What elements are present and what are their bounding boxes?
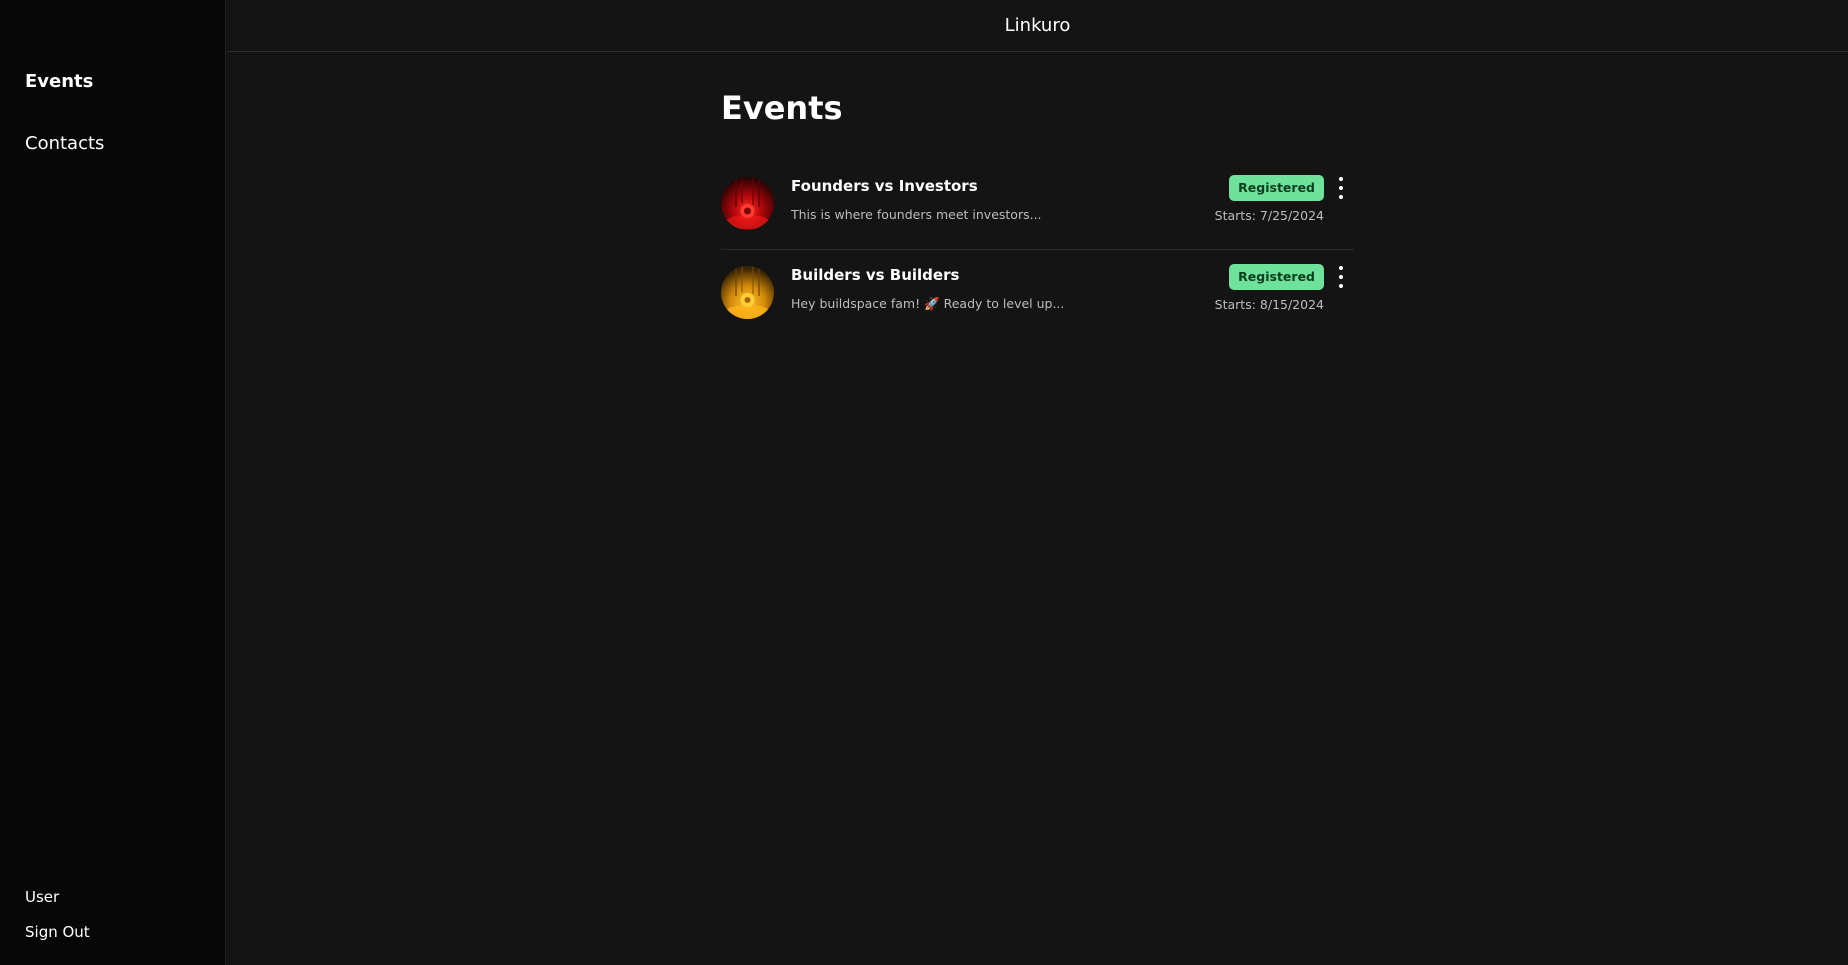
event-title[interactable]: Builders vs Builders <box>791 266 959 284</box>
event-thumbnail-image <box>721 176 774 230</box>
event-start-date: Starts: 8/15/2024 <box>1214 297 1324 312</box>
sign-out-button[interactable]: Sign Out <box>25 923 90 941</box>
sidebar: Events Contacts User Sign Out <box>0 0 226 965</box>
event-thumbnail-image <box>721 266 774 320</box>
user-link[interactable]: User <box>25 888 59 906</box>
sidebar-item-contacts[interactable]: Contacts <box>25 133 104 155</box>
status-badge: Registered <box>1229 264 1324 290</box>
event-row-builders-vs-builders[interactable]: Builders vs Builders Hey buildspace fam!… <box>721 250 1354 339</box>
event-description: This is where founders meet investors... <box>791 207 1042 222</box>
event-description: Hey buildspace fam! 🚀 Ready to level up.… <box>791 296 1065 311</box>
page-title: Events <box>721 89 843 127</box>
event-thumbnail <box>721 176 774 230</box>
more-options-icon[interactable] <box>1336 177 1346 199</box>
top-bar: Linkuro <box>227 0 1848 52</box>
event-row-founders-vs-investors[interactable]: Founders vs Investors This is where foun… <box>721 161 1354 250</box>
app-brand: Linkuro <box>1004 15 1071 36</box>
event-title[interactable]: Founders vs Investors <box>791 177 978 195</box>
event-start-date: Starts: 7/25/2024 <box>1214 208 1324 223</box>
event-thumbnail <box>721 266 774 320</box>
more-options-icon[interactable] <box>1336 266 1346 288</box>
events-list: Founders vs Investors This is where foun… <box>721 161 1354 339</box>
status-badge: Registered <box>1229 175 1324 201</box>
sidebar-item-events[interactable]: Events <box>25 71 93 93</box>
app-root: Events Contacts User Sign Out Linkuro Ev… <box>0 0 1848 965</box>
